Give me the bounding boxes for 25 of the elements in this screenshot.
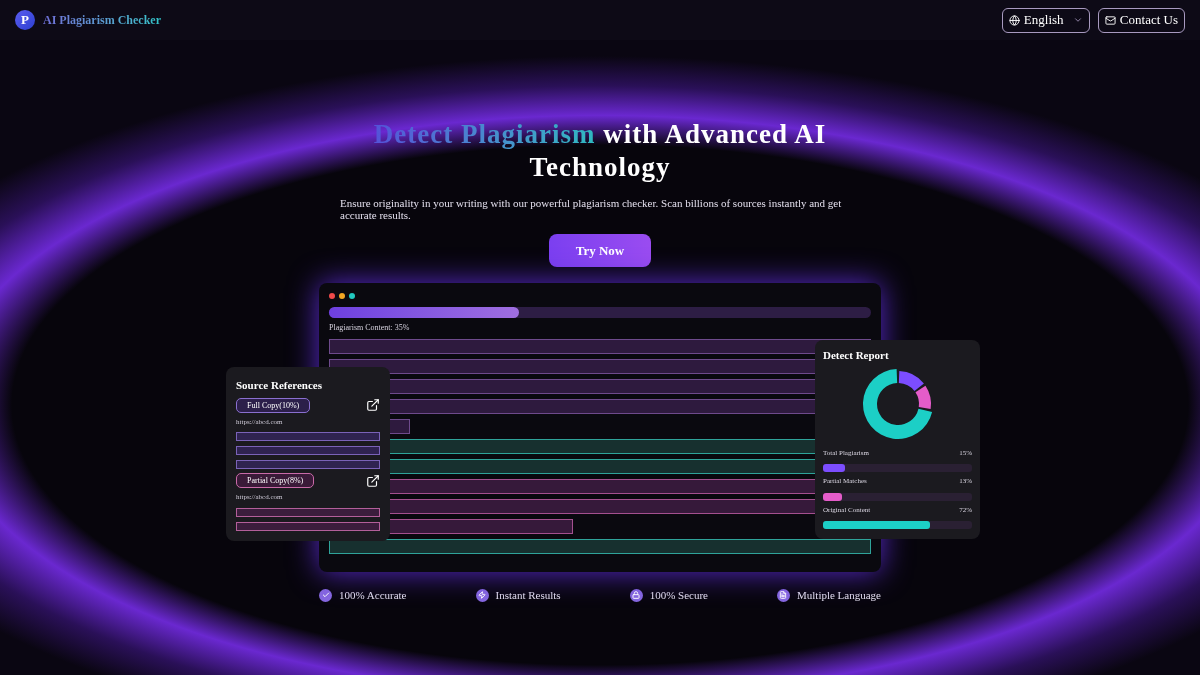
card-title: Detect Report: [823, 348, 890, 363]
card-title: Source References: [236, 378, 324, 393]
external-link-icon[interactable]: [366, 473, 380, 488]
mail-icon: [1104, 14, 1116, 26]
try-now-button[interactable]: Try Now: [549, 234, 651, 267]
feature-label: Instant Results: [495, 588, 561, 603]
logo-icon: P: [15, 10, 35, 30]
feature-label: 100% Secure: [649, 588, 708, 603]
feature-label: Multiple Language: [797, 588, 881, 603]
copy-tag: Partial Copy(8%): [236, 473, 315, 488]
progress-label: Plagiarism Content: 35%: [329, 322, 411, 334]
check-icon: [319, 588, 332, 602]
globe-icon: [1008, 14, 1020, 26]
chevron-down-icon: [1072, 15, 1083, 25]
contact-button[interactable]: Contact Us: [1097, 7, 1185, 33]
language-select[interactable]: English: [1001, 7, 1090, 33]
donut-chart-drawing: [862, 368, 932, 439]
external-link-icon[interactable]: [366, 398, 380, 412]
hero-title: Detect Plagiarism with Advanced AI Technology: [372, 118, 828, 184]
doc-icon: [777, 588, 790, 602]
feature-label: 100% Accurate: [339, 588, 407, 603]
hero-subtitle: Ensure originality in your writing with our powerful plagiarism checker. Scan billions of sources instantly and get accurate results.: [340, 197, 843, 221]
copy-tag: Full Copy(10%): [236, 397, 311, 413]
lock-icon: [629, 588, 643, 602]
bolt-icon: [475, 588, 489, 602]
